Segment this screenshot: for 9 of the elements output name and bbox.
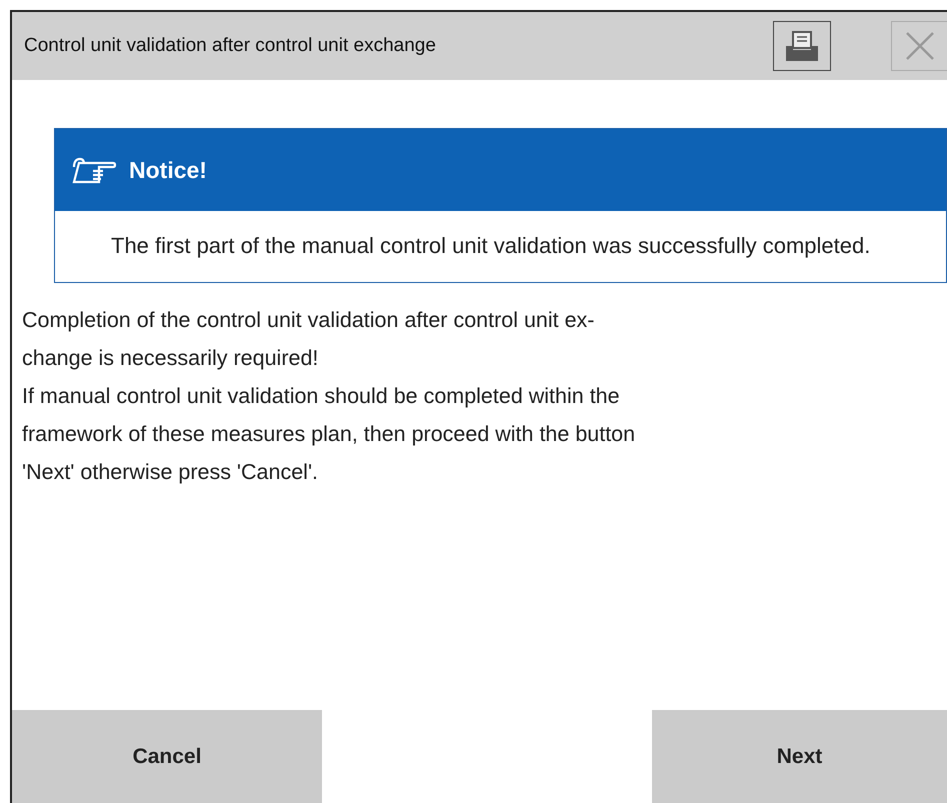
window-title: Control unit validation after control unit exchange xyxy=(24,35,437,57)
pointing-hand-icon xyxy=(71,155,117,185)
notice-title: Notice! xyxy=(129,156,207,184)
dialog-button[interactable]: Next xyxy=(652,710,947,803)
notice-text: The first part of the manual control unit validation was successfully completed. xyxy=(110,232,872,260)
instruction-text: Completion of the control unit validation after control unit ex- change is necessarily required! If manual control unit validation should be completed within the framework of these measures plan, then proceed with the button 'Next' otherwise press 'Cancel'. xyxy=(22,307,636,486)
print-button[interactable] xyxy=(773,21,831,71)
printer-icon xyxy=(784,30,820,62)
dialog-button[interactable]: Cancel xyxy=(12,710,322,803)
